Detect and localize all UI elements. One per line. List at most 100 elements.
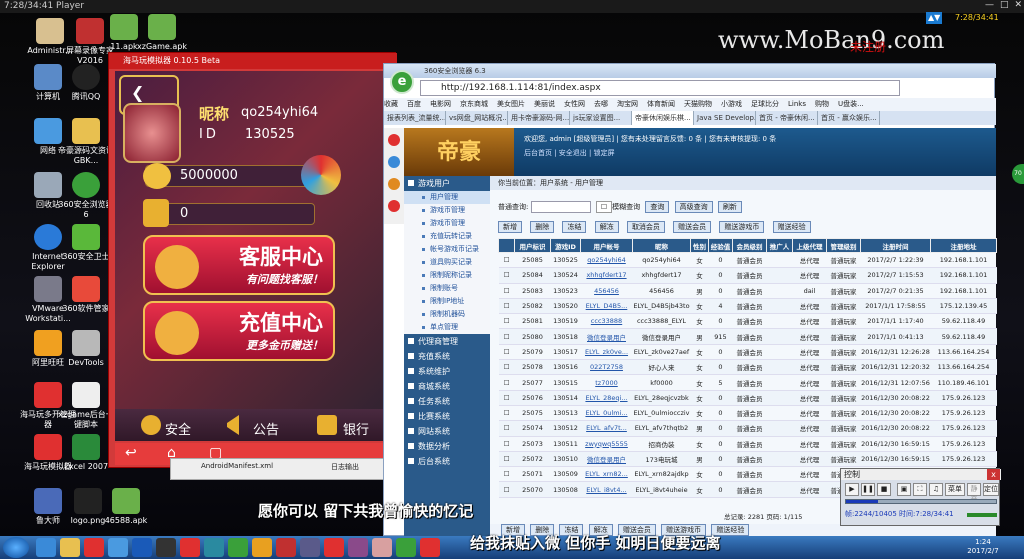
taskbar-app-icon[interactable]: [396, 538, 416, 557]
column-header[interactable]: 注册时间: [860, 238, 931, 253]
system-clock[interactable]: 1:24 2017/2/7: [948, 538, 1018, 556]
table-row[interactable]: ☐ 25074 130512 ELYL_afv7t... ELYL_afv7thqtb2…: [498, 420, 997, 437]
browser-tab[interactable]: 首页 - 赢众娱乐...: [818, 111, 880, 125]
table-cell[interactable]: ELYL_0ulmi...: [580, 405, 633, 422]
column-header[interactable]: 用户标识: [514, 238, 551, 253]
favorite-item[interactable]: 足球比分: [751, 100, 779, 108]
favorite-item[interactable]: 去哪: [594, 100, 608, 108]
play-icon[interactable]: ▶: [845, 483, 859, 496]
table-row[interactable]: ☐ 25083 130523 456456 456456 男 0 普通会员 dail 普通玩家 20…: [498, 283, 997, 299]
desktop-icon-360-browser[interactable]: 360安全浏览器6: [56, 172, 116, 220]
browser-tab[interactable]: Java SE Develop...: [694, 111, 756, 125]
taskbar-app-icon[interactable]: [228, 538, 248, 557]
taskbar-app-icon[interactable]: [180, 538, 200, 557]
column-header[interactable]: 推广人: [766, 238, 793, 253]
favorite-item[interactable]: U盘装...: [838, 100, 864, 108]
seek-slider[interactable]: [845, 499, 997, 504]
table-row[interactable]: ☐ 25076 130514 ELYL_28eqi... ELYL_28eqjcvzbk…: [498, 390, 997, 406]
table-cell[interactable]: xhhgfdert17: [580, 267, 633, 284]
delete-button[interactable]: 删除: [530, 221, 555, 233]
maximize-icon[interactable]: □: [1000, 0, 1009, 13]
desktop-icon-source-folder[interactable]: 帝豪源码文资讯GBK...: [56, 118, 116, 166]
column-header[interactable]: 游戏ID: [550, 238, 581, 253]
menu-group[interactable]: 网站系统: [404, 424, 490, 439]
favorite-item[interactable]: 女性网: [564, 100, 585, 108]
row-checkbox[interactable]: ☐: [498, 481, 515, 498]
column-header[interactable]: 上级代理: [792, 238, 827, 253]
menu-item[interactable]: 游戏币管理: [404, 217, 490, 230]
taskbar-app-icon[interactable]: [156, 538, 176, 557]
table-row[interactable]: ☐ 25082 130520 ELYL_D4B5... ELYL_D4B5jb43to 女…: [498, 298, 997, 315]
taskbar-folder-icon[interactable]: [60, 538, 80, 557]
close-icon[interactable]: x: [987, 469, 1000, 480]
row-checkbox[interactable]: ☐: [498, 313, 515, 330]
row-checkbox[interactable]: ☐: [498, 466, 515, 483]
browser-tab[interactable]: 报表列表_流量统...: [384, 111, 446, 125]
table-cell[interactable]: 微信登录用户: [580, 451, 633, 468]
give-coins-button[interactable]: 赠送游戏币: [719, 221, 765, 233]
favorite-item[interactable]: 天猫购物: [684, 100, 712, 108]
row-checkbox[interactable]: ☐: [498, 344, 515, 361]
taskbar-ie-icon[interactable]: [36, 538, 56, 557]
favorite-item[interactable]: 淘宝网: [617, 100, 638, 108]
desktop-icon-qq[interactable]: 腾讯QQ: [56, 64, 116, 102]
table-cell[interactable]: tz7000: [580, 374, 633, 391]
taskbar-app-icon[interactable]: [324, 538, 344, 557]
advanced-query-button[interactable]: 高级查询: [674, 201, 713, 213]
row-checkbox[interactable]: ☐: [498, 390, 515, 406]
taskbar-app-icon[interactable]: [300, 538, 320, 557]
fuzzy-checkbox[interactable]: ☐: [595, 201, 613, 213]
table-cell[interactable]: zwyqwq5555: [580, 436, 633, 452]
menu-button[interactable]: 菜单: [945, 483, 965, 496]
table-cell[interactable]: ELYL_28eqi...: [580, 390, 633, 406]
desktop-icon-excel[interactable]: Excel 2007: [56, 434, 116, 472]
table-cell[interactable]: ELYL_i8vt4...: [580, 481, 633, 498]
table-cell[interactable]: ELYL_D4B5...: [580, 298, 633, 315]
table-cell[interactable]: ELYL_xrn82...: [580, 466, 633, 483]
menu-item[interactable]: 游戏币管理: [404, 204, 490, 217]
favorite-item[interactable]: 电影网: [430, 100, 451, 108]
table-row[interactable]: ☐ 25080 130518 微信登录用户 微信登录用户男 915 普通会员 总代理 普通玩家 2…: [498, 328, 997, 345]
row-checkbox[interactable]: ☐: [498, 328, 515, 345]
taskbar-media-icon[interactable]: [84, 538, 104, 557]
table-row[interactable]: ☐ 25079 130517 ELYL_zk0ve... ELYL_zk0ve27aef…: [498, 344, 997, 361]
desktop-icon-360-safe[interactable]: 360安全卫士: [56, 224, 116, 262]
search-input[interactable]: [530, 201, 591, 213]
table-row[interactable]: ☐ 25073 130511 zwyqwq5555 招商伪装女 0 普通会员 总代理 普通玩家 2…: [498, 436, 997, 452]
column-header[interactable]: 性别: [690, 238, 709, 253]
menu-group[interactable]: 代理商管理: [404, 334, 490, 349]
browser-tab-active[interactable]: 帝豪休闲娱乐棋...: [632, 111, 694, 125]
taskbar-app-icon[interactable]: [132, 538, 152, 557]
favorite-item[interactable]: 收藏: [384, 100, 398, 108]
row-checkbox[interactable]: ☐: [498, 374, 515, 391]
back-arrow-icon[interactable]: ❮: [131, 83, 144, 102]
volume-slider[interactable]: [967, 513, 997, 517]
address-bar[interactable]: http://192.168.1.114:81/index.aspx: [420, 80, 900, 96]
volume-icon[interactable]: ♫: [929, 483, 943, 496]
table-row[interactable]: ☐ 25072 130510 微信登录用户 173电玩城男 0 普通会员 总代理 普通玩家 201…: [498, 451, 997, 468]
table-row[interactable]: ☐ 25084 130524 xhhgfdert17 xhhgfdert17 女 0 普通会员…: [498, 267, 997, 284]
table-cell[interactable]: ELYL_zk0ve...: [580, 344, 633, 361]
give-member-button[interactable]: 赠送会员: [673, 221, 712, 233]
recharge-center-button[interactable]: 充值中心 更多金币赠送！: [143, 301, 335, 361]
taskbar-app-icon[interactable]: [276, 538, 296, 557]
table-row[interactable]: ☐ 25085 130525 qo254yhi64 qo254yhi64 女 0 普通会员 总代…: [498, 252, 997, 269]
favorite-item[interactable]: 百度: [407, 100, 421, 108]
freeze-button[interactable]: 冻结: [562, 221, 587, 233]
table-cell[interactable]: ccc33888: [580, 313, 633, 330]
favorite-item[interactable]: 体育新闻: [647, 100, 675, 108]
cancel-member-button[interactable]: 取消会员: [626, 221, 665, 233]
menu-item[interactable]: 限制机器码: [404, 308, 490, 321]
nav-notice[interactable]: 公告: [253, 419, 279, 438]
row-checkbox[interactable]: ☐: [498, 451, 515, 468]
favorite-item[interactable]: 购物: [815, 100, 829, 108]
taskbar-app-icon[interactable]: [204, 538, 224, 557]
sidebar-app-icon[interactable]: [388, 200, 400, 212]
log-output-tab[interactable]: 日志输出: [331, 462, 359, 472]
row-checkbox[interactable]: ☐: [498, 283, 515, 299]
file-name[interactable]: AndroidManifest.xml: [201, 462, 273, 470]
column-header[interactable]: 昵称: [632, 238, 691, 253]
stop-icon[interactable]: ■: [877, 483, 891, 496]
desktop-icon-xzgame-apk[interactable]: xzGame.apk: [134, 14, 190, 52]
start-button[interactable]: [3, 537, 29, 558]
